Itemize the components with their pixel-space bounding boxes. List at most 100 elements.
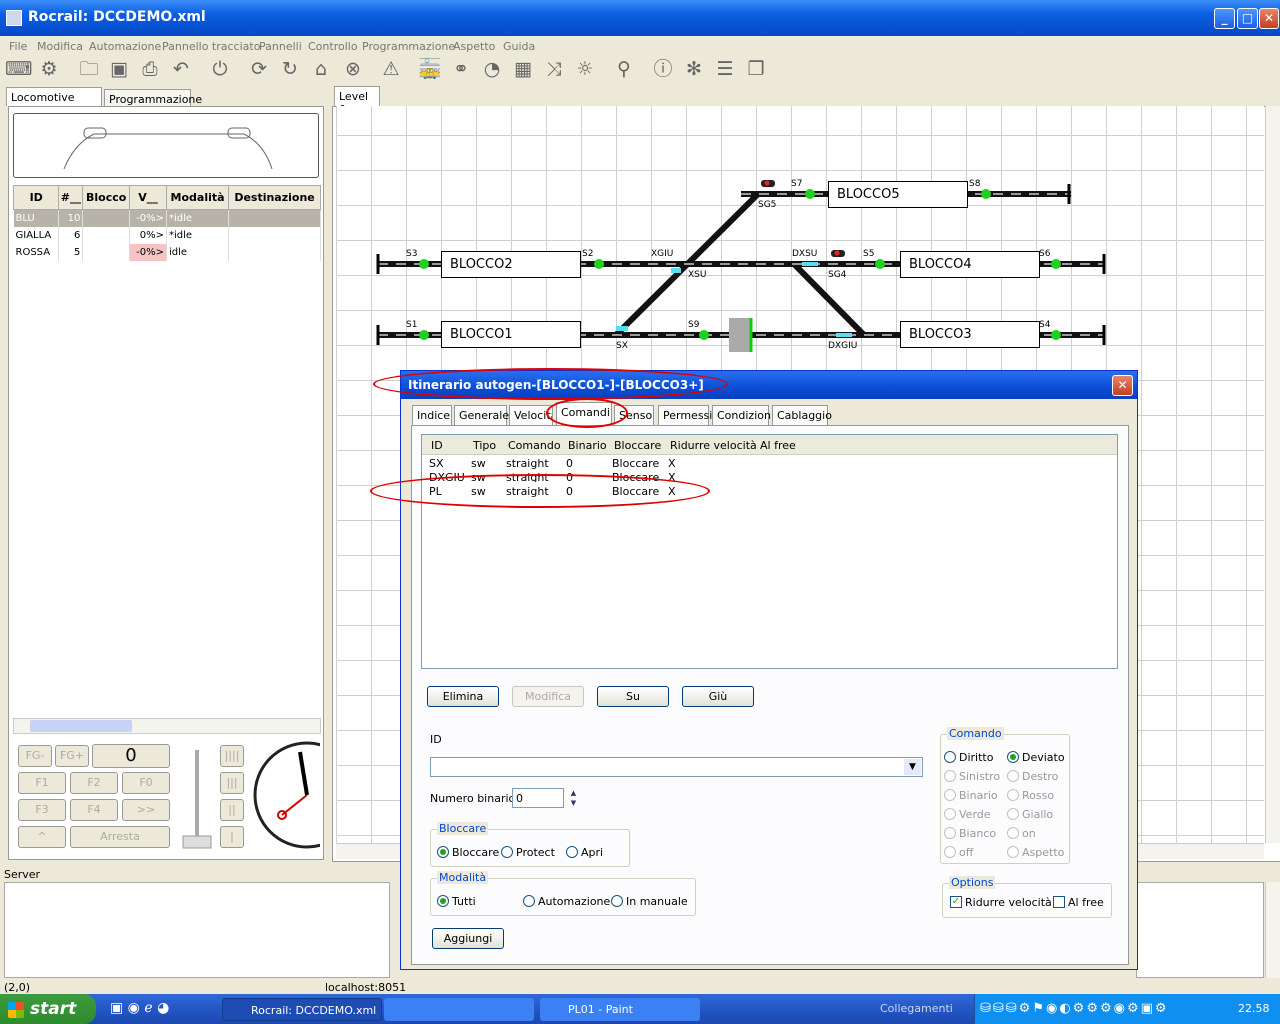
light-icon[interactable]: ☼: [572, 56, 598, 82]
radio-binario[interactable]: [944, 789, 956, 801]
numero-binario-stepper[interactable]: ▲ ▼: [567, 788, 580, 808]
speedometer-icon[interactable]: ◔: [479, 56, 505, 82]
fg-plus-button[interactable]: FG+: [55, 745, 89, 767]
tab-permessi[interactable]: Permessi: [658, 405, 712, 425]
cancel-icon[interactable]: ⊗: [340, 56, 366, 82]
tab-level-0[interactable]: Level 0: [334, 86, 380, 116]
horizontal-scrollbar[interactable]: [13, 718, 321, 734]
warning-icon[interactable]: ⚠: [378, 56, 404, 82]
radio-off[interactable]: [944, 846, 956, 858]
bug-icon[interactable]: ✻: [681, 56, 707, 82]
close-button[interactable]: ✕: [1259, 8, 1279, 29]
save-icon[interactable]: ▣: [106, 56, 132, 82]
list-icon[interactable]: ☰: [712, 56, 738, 82]
block-blocco5[interactable]: BLOCCO5: [828, 181, 968, 208]
power-icon[interactable]: ⏻: [207, 56, 233, 82]
tab-generale[interactable]: Generale: [454, 405, 509, 425]
step2-button[interactable]: ||: [220, 799, 244, 821]
col-blocco[interactable]: Blocco: [82, 185, 130, 210]
block-blocco4[interactable]: BLOCCO4: [900, 251, 1040, 278]
tab-programmazione[interactable]: Programmazione: [104, 89, 202, 106]
route-icon[interactable]: ⚭: [448, 56, 474, 82]
search-icon[interactable]: ⚲: [611, 56, 637, 82]
shuffle-icon[interactable]: ⤨: [541, 56, 567, 82]
arresta-button[interactable]: Arresta: [70, 826, 170, 848]
menu-aspetto[interactable]: Aspetto: [453, 40, 495, 53]
step3-button[interactable]: |||: [220, 772, 244, 794]
f0-button[interactable]: F0: [122, 772, 170, 794]
taskbar-item-rocrail[interactable]: Rocrail: DCCDEMO.xml: [222, 998, 382, 1021]
col-id[interactable]: ID: [431, 439, 443, 452]
tray-icons[interactable]: ⛁⛁⛁⚙⚑◉◐⚙⚙⚙◉⚙▣⚙: [980, 1001, 1230, 1017]
f2-button[interactable]: F2: [70, 772, 118, 794]
layout-icon[interactable]: ▦: [510, 56, 536, 82]
block-blocco1[interactable]: BLOCCO1: [441, 321, 581, 348]
radio-giallo[interactable]: [1007, 808, 1019, 820]
radio-protect[interactable]: [501, 846, 513, 858]
col-binario[interactable]: Binario: [568, 439, 607, 452]
radio-in-manuale[interactable]: [611, 895, 623, 907]
ridurre-checkbox[interactable]: ✓: [950, 896, 962, 908]
f3-button[interactable]: F3: [18, 799, 66, 821]
menu-controllo[interactable]: Controllo: [308, 40, 358, 53]
speed-slider[interactable]: [182, 750, 212, 850]
col-id[interactable]: ID: [12, 185, 60, 210]
menu-file[interactable]: File: [9, 40, 27, 53]
menu-guida[interactable]: Guida: [503, 40, 535, 53]
taskbar-item-cmd[interactable]: [384, 998, 534, 1021]
tab-condizioni[interactable]: Condizioni: [712, 405, 774, 425]
reload-icon[interactable]: ↻: [277, 56, 303, 82]
menu-modifica[interactable]: Modifica: [37, 40, 83, 53]
radio-on[interactable]: [1007, 827, 1019, 839]
table-row[interactable]: GIALLA 6 0%> *idle: [13, 226, 321, 244]
refresh-icon[interactable]: ⟳: [246, 56, 272, 82]
print-icon[interactable]: ⎙: [137, 56, 163, 82]
f4-button[interactable]: F4: [70, 799, 118, 821]
radio-aspetto[interactable]: [1007, 846, 1019, 858]
dialog-close-button[interactable]: ✕: [1112, 375, 1133, 396]
radio-destro[interactable]: [1007, 770, 1019, 782]
alfree-checkbox[interactable]: [1053, 896, 1065, 908]
radio-deviato[interactable]: [1007, 751, 1019, 763]
taskbar-item-paint[interactable]: PL01 - Paint: [540, 998, 700, 1021]
pages-icon[interactable]: ❐: [743, 56, 769, 82]
direction-button[interactable]: ^: [18, 826, 66, 848]
su-button[interactable]: Su: [597, 686, 669, 707]
home-icon[interactable]: ⌂: [308, 56, 334, 82]
block-blocco3[interactable]: BLOCCO3: [900, 321, 1040, 348]
col-alfree[interactable]: Al free: [760, 439, 796, 452]
table-row[interactable]: SX sw straight 0 Bloccare X: [422, 457, 1117, 471]
fg-minus-button[interactable]: FG-: [18, 745, 52, 767]
giu-button[interactable]: Giù: [682, 686, 754, 707]
chevron-down-icon[interactable]: ▼: [904, 759, 921, 775]
aggiungi-button[interactable]: Aggiungi: [432, 928, 504, 949]
tab-indice[interactable]: Indice: [412, 405, 452, 425]
tab-locomotive-attive[interactable]: Locomotive attive: [6, 87, 102, 117]
menu-programmazione[interactable]: Programmazione: [362, 40, 455, 53]
block-blocco2[interactable]: BLOCCO2: [441, 251, 581, 278]
numero-binario-input[interactable]: 0: [512, 788, 564, 808]
undo-icon[interactable]: ↶: [168, 56, 194, 82]
radio-apri[interactable]: [566, 846, 578, 858]
connect-icon[interactable]: ⌨: [5, 56, 32, 82]
radio-bianco[interactable]: [944, 827, 956, 839]
radio-tutti[interactable]: [437, 895, 449, 907]
tab-cablaggio[interactable]: Cablaggio: [772, 405, 832, 425]
step1-button[interactable]: |: [220, 826, 244, 848]
col-destinazione[interactable]: Destinazione: [228, 185, 321, 210]
menu-pannello-tracciato[interactable]: Pannello tracciato: [162, 40, 260, 53]
col-ridurre[interactable]: Ridurre velocità: [670, 439, 757, 452]
step4-button[interactable]: ||||: [220, 745, 244, 767]
radio-verde[interactable]: [944, 808, 956, 820]
radio-diritto[interactable]: [944, 751, 956, 763]
collegamenti-label[interactable]: Collegamenti: [880, 1002, 953, 1015]
info-icon[interactable]: ⓘ: [650, 56, 676, 82]
more-functions-button[interactable]: >>: [122, 799, 170, 821]
open-icon[interactable]: 🗀: [76, 56, 102, 82]
modifica-button[interactable]: Modifica: [512, 686, 584, 707]
col-num[interactable]: #__: [58, 185, 84, 210]
col-modalita[interactable]: Modalità: [165, 185, 230, 210]
train-icon[interactable]: 🚋: [417, 56, 443, 82]
elimina-button[interactable]: Elimina: [427, 686, 499, 707]
radio-sinistro[interactable]: [944, 770, 956, 782]
